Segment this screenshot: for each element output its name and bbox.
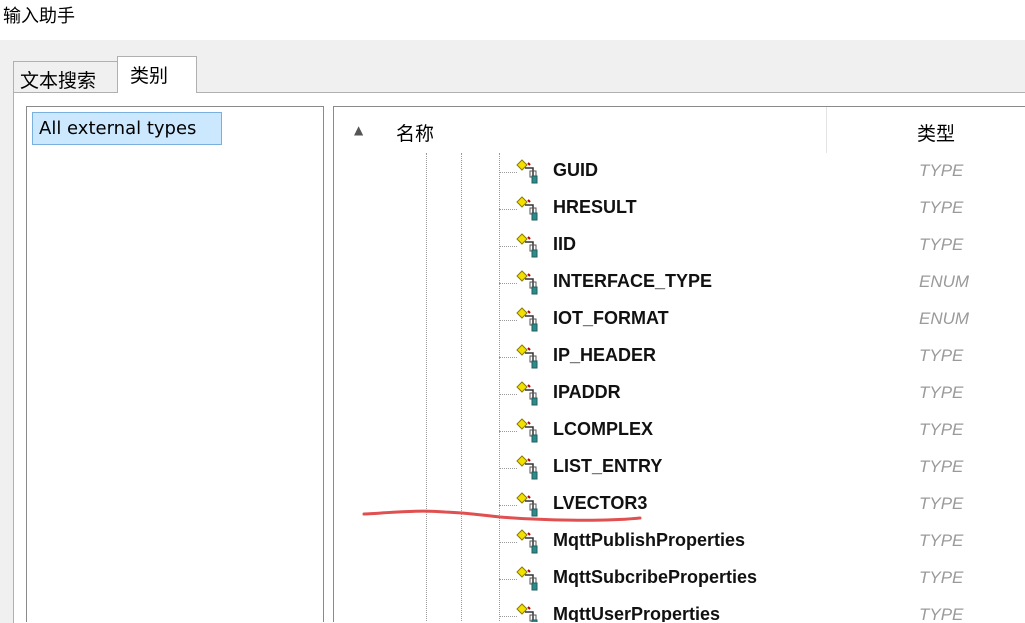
row-type: TYPE (919, 346, 964, 365)
row-type: TYPE (919, 383, 964, 402)
list-row[interactable]: MqttUserProperties TYPE (334, 598, 1025, 622)
list-row[interactable]: GUID TYPE (334, 154, 1025, 191)
list-row[interactable]: INTERFACE_TYPE ENUM (334, 265, 1025, 302)
category-list[interactable]: All external types (26, 106, 324, 622)
column-header-name-label: 名称 (396, 123, 435, 145)
struct-type-icon (516, 307, 542, 333)
row-type: TYPE (919, 420, 964, 439)
list-row[interactable]: MqttPublishProperties TYPE (334, 524, 1025, 561)
list-row[interactable]: LIST_ENTRY TYPE (334, 450, 1025, 487)
tree-branch-line (499, 616, 517, 617)
list-row[interactable]: LCOMPLEX TYPE (334, 413, 1025, 450)
row-name: LIST_ENTRY (553, 456, 663, 476)
row-name: IP_HEADER (553, 345, 657, 365)
row-name: INTERFACE_TYPE (553, 271, 713, 291)
tree-branch-line (499, 172, 517, 173)
tree-branch-line (499, 209, 517, 210)
row-name: LVECTOR3 (553, 493, 648, 513)
row-type: TYPE (919, 161, 964, 180)
row-type: TYPE (919, 605, 964, 622)
tree-branch-line (499, 283, 517, 284)
item-list[interactable]: ▲ 名称 类型 GUID TYPE HRESULT TYPE IID TYPE (333, 106, 1025, 622)
struct-type-icon (516, 196, 542, 222)
row-name: HRESULT (553, 197, 637, 217)
row-name: LCOMPLEX (553, 419, 654, 439)
row-type: ENUM (919, 309, 970, 328)
struct-type-icon (516, 418, 542, 444)
struct-type-icon (516, 455, 542, 481)
struct-type-icon (516, 603, 542, 622)
row-name: GUID (553, 160, 598, 180)
list-row[interactable]: MqttSubcribeProperties TYPE (334, 561, 1025, 598)
row-type: ENUM (919, 272, 970, 291)
column-header-type[interactable]: 类型 (826, 107, 1025, 153)
tab-text-search[interactable]: 文本搜索 (13, 61, 118, 92)
row-type: TYPE (919, 457, 964, 476)
row-name: MqttSubcribeProperties (553, 567, 758, 587)
struct-type-icon (516, 344, 542, 370)
row-type: TYPE (919, 235, 964, 254)
tree-branch-line (499, 542, 517, 543)
row-name: MqttPublishProperties (553, 530, 746, 550)
list-row[interactable]: HRESULT TYPE (334, 191, 1025, 228)
list-row[interactable]: IPADDR TYPE (334, 376, 1025, 413)
list-row[interactable]: IID TYPE (334, 228, 1025, 265)
row-type: TYPE (919, 494, 964, 513)
struct-type-icon (516, 529, 542, 555)
struct-type-icon (516, 381, 542, 407)
list-row[interactable]: IP_HEADER TYPE (334, 339, 1025, 376)
struct-type-icon (516, 270, 542, 296)
row-type: TYPE (919, 531, 964, 550)
tree-branch-line (499, 246, 517, 247)
struct-type-icon (516, 233, 542, 259)
list-row[interactable]: LVECTOR3 TYPE (334, 487, 1025, 524)
tree-branch-line (499, 468, 517, 469)
window-title: 输入助手 (3, 6, 75, 27)
row-type: TYPE (919, 568, 964, 587)
sort-ascending-icon: ▲ (354, 123, 364, 137)
tree-branch-line (499, 579, 517, 580)
list-row[interactable]: IOT_FORMAT ENUM (334, 302, 1025, 339)
row-name: IOT_FORMAT (553, 308, 669, 328)
tree-branch-line (499, 357, 517, 358)
struct-type-icon (516, 566, 542, 592)
tree-branch-line (499, 505, 517, 506)
row-name: MqttUserProperties (553, 604, 721, 622)
tree-branch-line (499, 394, 517, 395)
title-bar: 输入助手 (0, 0, 1025, 40)
row-name: IPADDR (553, 382, 621, 402)
struct-type-icon (516, 159, 542, 185)
tab-category[interactable]: 类别 (117, 56, 197, 93)
tree-branch-line (499, 320, 517, 321)
category-item-all-external-types[interactable]: All external types (32, 112, 222, 145)
tree-branch-line (499, 431, 517, 432)
row-type: TYPE (919, 198, 964, 217)
struct-type-icon (516, 492, 542, 518)
row-name: IID (553, 234, 577, 254)
column-header-name[interactable]: ▲ 名称 (334, 107, 826, 153)
column-header-type-label: 类型 (917, 123, 956, 145)
